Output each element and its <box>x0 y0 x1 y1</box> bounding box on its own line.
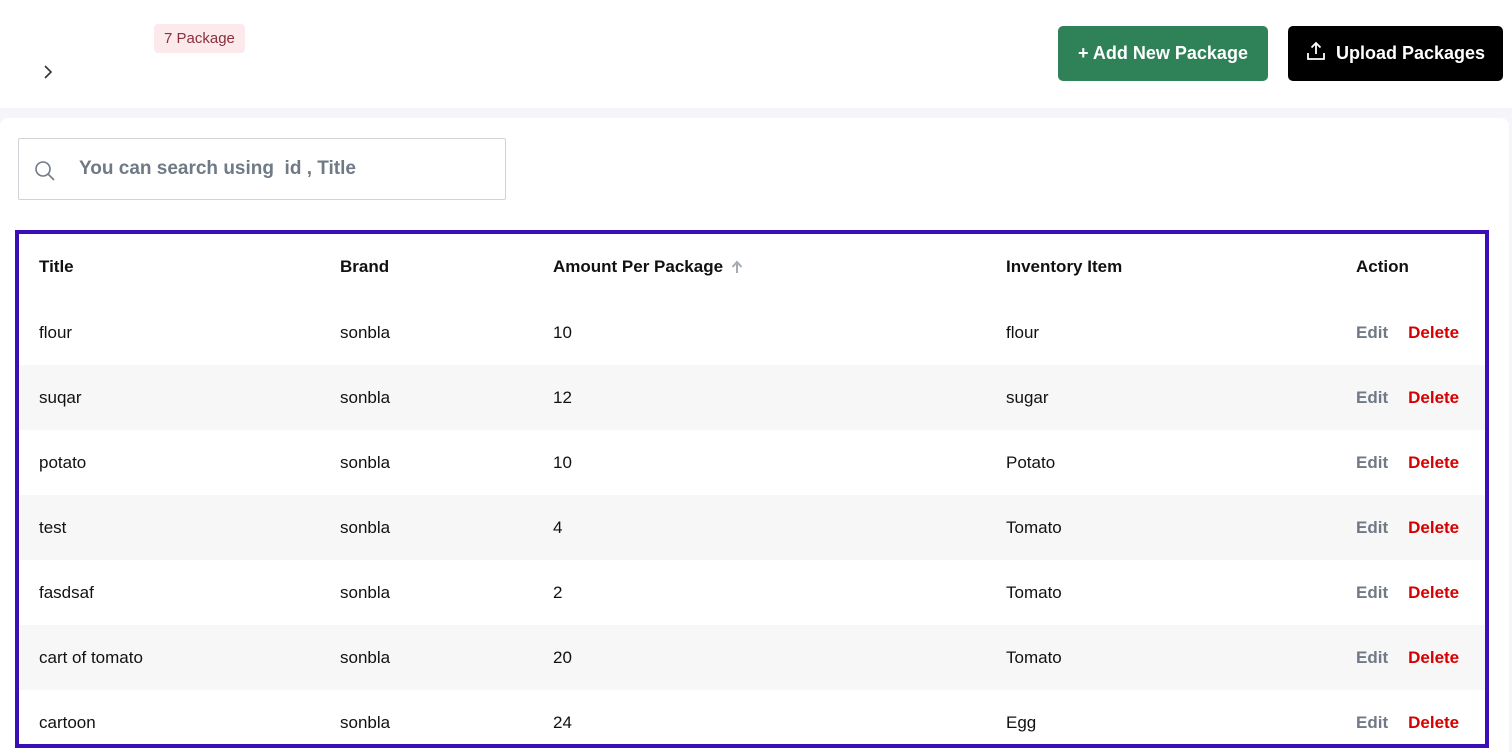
delete-link[interactable]: Delete <box>1408 323 1459 343</box>
table-row: flour sonbla 10 flour Edit Delete <box>19 300 1485 365</box>
cell-actions: Edit Delete <box>1356 690 1459 744</box>
arrow-up-icon[interactable] <box>731 260 743 274</box>
cell-actions: Edit Delete <box>1356 365 1459 430</box>
delete-link[interactable]: Delete <box>1408 388 1459 408</box>
cell-actions: Edit Delete <box>1356 430 1459 495</box>
cell-amount: 2 <box>553 582 563 602</box>
delete-link[interactable]: Delete <box>1408 648 1459 668</box>
search-icon <box>33 159 57 183</box>
column-header-inventory-item[interactable]: Inventory Item <box>1006 234 1122 300</box>
cell-inventory-item: Tomato <box>1006 647 1062 667</box>
column-header-brand[interactable]: Brand <box>340 234 389 300</box>
column-header-title[interactable]: Title <box>39 234 74 300</box>
cell-brand: sonbla <box>340 712 391 732</box>
table-header-row: Title Brand Amount Per Package Inventory… <box>19 234 1485 300</box>
top-bar: 7 Package + Add New Package Upload Packa… <box>0 0 1512 108</box>
delete-link[interactable]: Delete <box>1408 453 1459 473</box>
add-new-package-button[interactable]: + Add New Package <box>1058 26 1268 81</box>
cell-brand: sonbla <box>340 322 391 342</box>
cell-inventory-item: Egg <box>1006 712 1037 732</box>
upload-packages-button[interactable]: Upload Packages <box>1288 26 1503 81</box>
cell-actions: Edit Delete <box>1356 495 1459 560</box>
table-row: cartoon sonbla 24 Egg Edit Delete <box>19 690 1485 744</box>
cell-actions: Edit Delete <box>1356 625 1459 690</box>
edit-link[interactable]: Edit <box>1356 388 1388 408</box>
cell-brand: sonbla <box>340 517 391 537</box>
cell-amount: 24 <box>553 712 572 732</box>
cell-amount: 12 <box>553 387 572 407</box>
cell-amount: 20 <box>553 647 572 667</box>
table-row: test sonbla 4 Tomato Edit Delete <box>19 495 1485 560</box>
cell-inventory-item: flour <box>1006 322 1040 342</box>
column-header-amount[interactable]: Amount Per Package <box>553 234 743 300</box>
table-row: fasdsaf sonbla 2 Tomato Edit Delete <box>19 560 1485 625</box>
search-input[interactable] <box>79 139 499 199</box>
search-box[interactable] <box>18 138 506 200</box>
delete-link[interactable]: Delete <box>1408 583 1459 603</box>
package-count-badge: 7 Package <box>154 24 245 53</box>
table-row: potato sonbla 10 Potato Edit Delete <box>19 430 1485 495</box>
cell-inventory-item: Tomato <box>1006 517 1062 537</box>
edit-link[interactable]: Edit <box>1356 453 1388 473</box>
cell-title: cart of tomato <box>39 647 143 667</box>
column-header-action: Action <box>1356 257 1409 276</box>
column-header-amount-label: Amount Per Package <box>553 257 724 276</box>
chevron-right-icon[interactable] <box>38 62 58 82</box>
cell-actions: Edit Delete <box>1356 560 1459 625</box>
upload-packages-label: Upload Packages <box>1335 43 1486 63</box>
cell-actions: Edit Delete <box>1356 300 1459 365</box>
add-new-package-label: + Add New Package <box>1078 43 1248 63</box>
cell-title: flour <box>39 322 73 342</box>
cell-inventory-item: sugar <box>1006 387 1049 407</box>
table-row: cart of tomato sonbla 20 Tomato Edit Del… <box>19 625 1485 690</box>
table-row: suqar sonbla 12 sugar Edit Delete <box>19 365 1485 430</box>
cell-brand: sonbla <box>340 387 391 407</box>
cell-title: test <box>39 517 67 537</box>
cell-title: cartoon <box>39 712 96 732</box>
edit-link[interactable]: Edit <box>1356 518 1388 538</box>
cell-title: potato <box>39 452 87 472</box>
edit-link[interactable]: Edit <box>1356 648 1388 668</box>
cell-amount: 10 <box>553 452 572 472</box>
cell-inventory-item: Tomato <box>1006 582 1062 602</box>
delete-link[interactable]: Delete <box>1408 518 1459 538</box>
cell-brand: sonbla <box>340 452 391 472</box>
delete-link[interactable]: Delete <box>1408 713 1459 733</box>
cell-title: suqar <box>39 387 82 407</box>
cell-title: fasdsaf <box>39 582 94 602</box>
cell-amount: 4 <box>553 517 563 537</box>
edit-link[interactable]: Edit <box>1356 713 1388 733</box>
cell-brand: sonbla <box>340 647 391 667</box>
edit-link[interactable]: Edit <box>1356 583 1388 603</box>
cell-inventory-item: Potato <box>1006 452 1056 472</box>
packages-table: Title Brand Amount Per Package Inventory… <box>15 230 1489 748</box>
cell-amount: 10 <box>553 322 572 342</box>
cell-brand: sonbla <box>340 582 391 602</box>
upload-icon <box>1306 41 1326 66</box>
edit-link[interactable]: Edit <box>1356 323 1388 343</box>
